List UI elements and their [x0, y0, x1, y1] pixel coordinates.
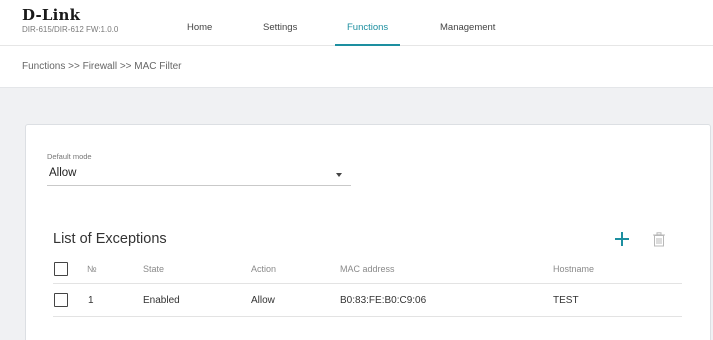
model-firmware-label: DIR-615/DIR-612 FW:1.0.0: [22, 25, 119, 34]
row-mac-address: B0:83:FE:B0:C9:06: [340, 295, 427, 306]
column-header-number: №: [87, 264, 97, 274]
column-header-hostname: Hostname: [553, 264, 595, 274]
exceptions-title: List of Exceptions: [53, 231, 167, 247]
column-header-mac: MAC address: [340, 264, 395, 274]
select-all-checkbox[interactable]: [54, 262, 68, 276]
table-row[interactable]: 1 Enabled Allow B0:83:FE:B0:C9:06 TEST: [53, 284, 682, 317]
column-header-action: Action: [251, 264, 277, 274]
tab-management[interactable]: Management: [440, 22, 495, 46]
default-mode-select[interactable]: Allow: [47, 163, 351, 186]
row-number: 1: [88, 295, 94, 306]
trash-icon[interactable]: [652, 232, 666, 247]
exceptions-table: № State Action MAC address Hostname 1 En…: [53, 255, 682, 317]
logo-text: D-Link: [22, 6, 81, 24]
plus-icon[interactable]: [614, 231, 630, 247]
row-hostname: TEST: [553, 295, 579, 306]
table-header-row: № State Action MAC address Hostname: [53, 255, 682, 284]
row-state: Enabled: [143, 295, 180, 306]
row-action: Allow: [251, 295, 275, 306]
top-header: D-Link DIR-615/DIR-612 FW:1.0.0 Home Set…: [0, 0, 713, 46]
row-checkbox[interactable]: [54, 293, 68, 307]
tab-functions[interactable]: Functions: [334, 22, 401, 46]
default-mode-value: Allow: [49, 167, 77, 179]
tab-home[interactable]: Home: [187, 22, 212, 46]
column-header-state: State: [143, 264, 165, 274]
default-mode-label: Default mode: [47, 152, 92, 161]
breadcrumb: Functions >> Firewall >> MAC Filter: [22, 61, 182, 72]
caret-down-icon: [336, 173, 342, 177]
brand-logo[interactable]: D-Link DIR-615/DIR-612 FW:1.0.0: [22, 7, 118, 34]
tab-settings[interactable]: Settings: [263, 22, 297, 46]
mac-filter-card: Default mode Allow List of Exceptions № …: [25, 124, 711, 340]
